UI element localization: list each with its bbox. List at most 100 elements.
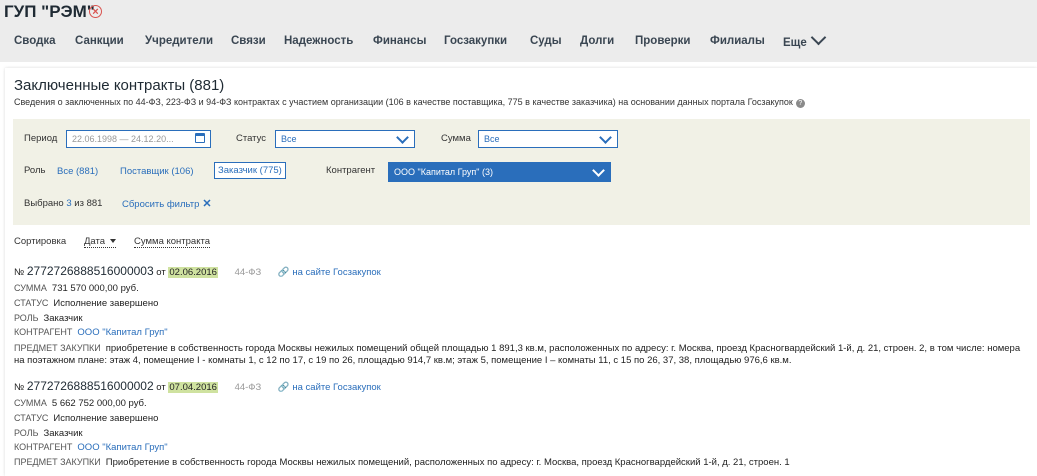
sort-by-sum[interactable]: Сумма контракта bbox=[134, 236, 210, 248]
contract-number[interactable]: 2772726888516000003 bbox=[27, 264, 154, 278]
role-customer[interactable]: Заказчик (775) bbox=[214, 162, 286, 179]
nav-item-reliability[interactable]: Надежность bbox=[284, 35, 373, 49]
sum-select[interactable]: Все bbox=[478, 130, 618, 148]
sum-key: Сумма bbox=[14, 283, 47, 293]
selected-prefix: Выбрано bbox=[24, 198, 64, 209]
chevron-down-icon bbox=[396, 131, 409, 144]
status-value: Исполнение завершено bbox=[53, 298, 159, 309]
nav-item-finance[interactable]: Финансы bbox=[373, 35, 444, 49]
top-bar: ГУП "РЭМ" × Сводка Санкции Учредители Св… bbox=[0, 0, 1037, 62]
nav-item-procurement[interactable]: Госзакупки bbox=[444, 35, 530, 49]
subject-text: Приобретение в собственность города Моск… bbox=[105, 457, 790, 468]
subject-text: приобретение в собственность города Моск… bbox=[14, 343, 1021, 366]
role-label: Роль bbox=[24, 165, 46, 176]
goszakupki-link[interactable]: 🔗 на сайте Госзакупок bbox=[278, 267, 381, 278]
close-circle-icon[interactable]: × bbox=[89, 5, 102, 18]
role-supplier[interactable]: Поставщик (106) bbox=[120, 166, 194, 177]
contract-status-row: Статус Исполнение завершено bbox=[14, 298, 158, 309]
contract-law: 44-ФЗ bbox=[234, 267, 262, 278]
contract-number-prefix: № bbox=[14, 382, 25, 393]
contract-date-prefix: от bbox=[156, 382, 166, 393]
contract-date: 02.06.2016 bbox=[168, 267, 218, 278]
selected-suffix: из 881 bbox=[74, 198, 103, 209]
reset-filter-label: Сбросить фильтр bbox=[122, 199, 200, 210]
status-select[interactable]: Все bbox=[275, 130, 415, 148]
sort-by-date[interactable]: Дата bbox=[84, 236, 117, 248]
company-title: ГУП "РЭМ" bbox=[4, 2, 95, 21]
selected-summary: Выбрано 3 из 881 bbox=[24, 198, 102, 209]
sum-label: Сумма bbox=[441, 133, 471, 144]
chevron-down-icon bbox=[599, 131, 612, 144]
sort-date-label: Дата bbox=[84, 236, 106, 247]
nav-item-courts[interactable]: Суды bbox=[530, 35, 580, 49]
filter-box: Период 22.06.1998 — 24.12.20... Статус В… bbox=[13, 119, 1030, 225]
sort-label: Сортировка bbox=[14, 236, 67, 247]
period-value: 22.06.1998 — 24.12.20... bbox=[72, 134, 174, 144]
status-label: Статус bbox=[236, 133, 267, 144]
goszakupki-link-label: на сайте Госзакупок bbox=[292, 382, 381, 393]
subtitle-text: Сведения о заключенных по 44-ФЗ, 223-ФЗ … bbox=[14, 97, 793, 107]
role-value: Заказчик bbox=[43, 428, 83, 439]
sort-arrow-icon bbox=[110, 239, 117, 243]
role-key: Роль bbox=[14, 428, 39, 438]
contract-number[interactable]: 2772726888516000002 bbox=[27, 379, 154, 393]
page-subtitle: Сведения о заключенных по 44-ФЗ, 223-ФЗ … bbox=[14, 97, 805, 108]
contract-status-row: Статус Исполнение завершено bbox=[14, 413, 158, 424]
nav-item-summary[interactable]: Сводка bbox=[14, 35, 75, 49]
reset-filter-link[interactable]: Сбросить фильтр ✕ bbox=[122, 197, 212, 210]
counterparty-value: ООО "Капитал Груп" (3) bbox=[394, 167, 493, 177]
contract-sum-row: Сумма 731 570 000,00 руб. bbox=[14, 283, 139, 294]
counterparty-select[interactable]: ООО "Капитал Груп" (3) bbox=[388, 162, 611, 182]
contract-subject: Предмет закупки Приобретение в собственно… bbox=[14, 456, 1024, 469]
contract-counterparty-row: Контрагент ООО "Капитал Груп" bbox=[14, 442, 168, 453]
counterparty-key: Контрагент bbox=[14, 327, 73, 337]
nav-item-sanctions[interactable]: Санкции bbox=[75, 35, 145, 49]
goszakupki-link[interactable]: 🔗 на сайте Госзакупок bbox=[278, 382, 381, 393]
contract-subject: Предмет закупки приобретение в собственно… bbox=[14, 342, 1024, 367]
sum-value: 5 662 752 000,00 руб. bbox=[51, 398, 147, 409]
subject-key: Предмет закупки bbox=[14, 343, 101, 353]
calendar-icon[interactable] bbox=[195, 133, 205, 143]
nav-item-debts[interactable]: Долги bbox=[580, 35, 635, 49]
nav-item-more[interactable]: Еще bbox=[783, 29, 827, 49]
contract-role-row: Роль Заказчик bbox=[14, 428, 83, 439]
goszakupki-link-label: на сайте Госзакупок bbox=[292, 267, 381, 278]
contract-number-prefix: № bbox=[14, 267, 25, 278]
role-key: Роль bbox=[14, 313, 39, 323]
contract-role-row: Роль Заказчик bbox=[14, 313, 83, 324]
role-all[interactable]: Все (881) bbox=[57, 166, 98, 177]
close-icon: ✕ bbox=[202, 198, 212, 210]
page-title: Заключенные контракты (881) bbox=[14, 77, 225, 94]
contract-date: 07.04.2016 bbox=[168, 382, 218, 393]
nav-item-inspections[interactable]: Проверки bbox=[635, 35, 710, 49]
sum-value: Все bbox=[484, 134, 500, 144]
period-input[interactable]: 22.06.1998 — 24.12.20... bbox=[66, 130, 211, 148]
counterparty-label: Контрагент bbox=[326, 165, 376, 176]
nav-item-founders[interactable]: Учредители bbox=[145, 35, 231, 49]
contract-sum-row: Сумма 5 662 752 000,00 руб. bbox=[14, 398, 147, 409]
status-key: Статус bbox=[14, 298, 49, 308]
status-key: Статус bbox=[14, 413, 49, 423]
contract-date-prefix: от bbox=[156, 267, 166, 278]
help-icon[interactable]: ? bbox=[795, 99, 805, 108]
sum-value: 731 570 000,00 руб. bbox=[51, 283, 139, 294]
status-value: Исполнение завершено bbox=[53, 413, 159, 424]
sum-key: Сумма bbox=[14, 398, 47, 408]
contract-law: 44-ФЗ bbox=[234, 382, 262, 393]
contract-header: № 2772726888516000002 от 07.04.2016 44-Ф… bbox=[14, 379, 381, 393]
counterparty-link[interactable]: ООО "Капитал Груп" bbox=[77, 442, 167, 453]
contract-header: № 2772726888516000003 от 02.06.2016 44-Ф… bbox=[14, 264, 381, 278]
section-nav: Сводка Санкции Учредители Связи Надежнос… bbox=[14, 29, 827, 49]
subject-key: Предмет закупки bbox=[14, 457, 101, 467]
nav-item-links[interactable]: Связи bbox=[231, 35, 284, 49]
role-value: Заказчик bbox=[43, 313, 83, 324]
counterparty-link[interactable]: ООО "Капитал Груп" bbox=[77, 327, 167, 338]
contract-counterparty-row: Контрагент ООО "Капитал Груп" bbox=[14, 327, 168, 338]
nav-item-branches[interactable]: Филиалы bbox=[710, 35, 783, 49]
chevron-down-icon bbox=[592, 164, 605, 177]
chevron-down-icon bbox=[810, 29, 827, 46]
nav-more-label: Еще bbox=[783, 37, 807, 49]
period-label: Период bbox=[24, 133, 58, 144]
status-value: Все bbox=[281, 134, 297, 144]
selected-count: 3 bbox=[66, 198, 72, 209]
